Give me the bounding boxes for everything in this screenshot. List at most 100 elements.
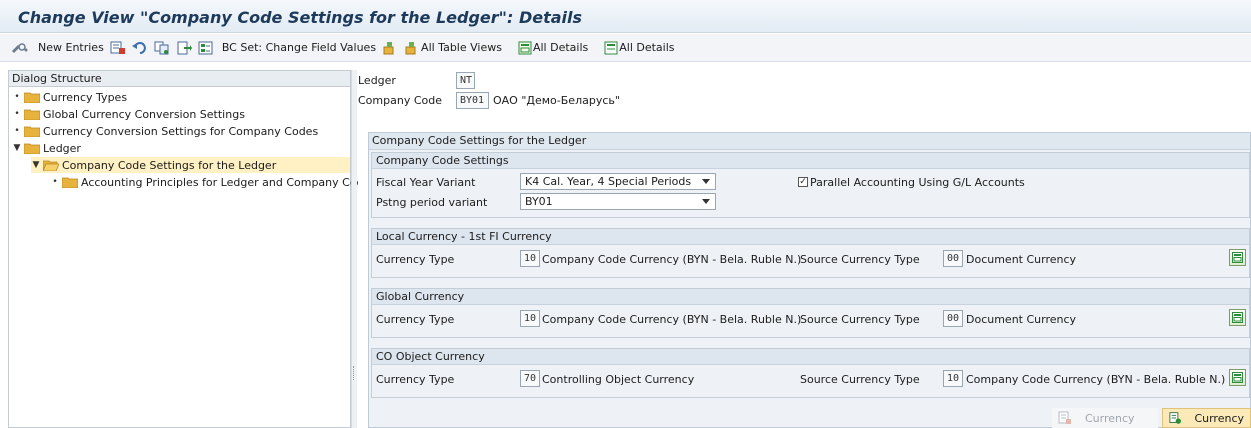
copy-button[interactable] — [154, 41, 170, 55]
box-title: Local Currency - 1st FI Currency — [372, 229, 1249, 245]
fiscal-year-dropdown[interactable]: K4 Cal. Year, 4 Special Periods — [520, 173, 716, 190]
company-code-settings-box: Company Code Settings Fiscal Year Varian… — [371, 152, 1250, 218]
source-currency-type-field[interactable]: 00 — [943, 250, 963, 267]
posting-period-label: Pstng period variant — [376, 196, 488, 209]
import-button[interactable] — [176, 41, 192, 55]
chevron-down-icon — [702, 199, 710, 204]
currency-button-disabled: Currency — [1052, 408, 1158, 428]
folder-icon — [62, 177, 78, 188]
display-change-button[interactable] — [10, 41, 28, 55]
delete-button[interactable] — [110, 41, 126, 55]
details-collapse-icon — [604, 41, 618, 54]
expand-arrow-icon[interactable]: ▼ — [12, 143, 22, 153]
co-object-currency-box: CO Object Currency Currency Type 70 Cont… — [371, 348, 1250, 398]
folder-icon — [24, 92, 40, 103]
source-currency-type-text: Company Code Currency (BYN - Bela. Ruble… — [966, 373, 1226, 386]
company-code-label: Company Code — [358, 94, 442, 107]
chevron-down-icon — [702, 179, 710, 184]
company-code-field[interactable]: BY01 — [456, 92, 489, 109]
undo-icon — [131, 41, 146, 54]
tree-node-label: Accounting Principles for Ledger and Com… — [81, 175, 371, 189]
display-change-icon — [12, 42, 28, 53]
detail-area: Ledger NT Company Code BY01 ОАО "Демо-Бе… — [358, 62, 1251, 428]
bullet-icon: • — [14, 126, 20, 136]
all-table-views-label: All Table Views — [421, 41, 502, 54]
bcset-icon — [383, 41, 394, 54]
import-icon — [177, 41, 192, 54]
group-title: Company Code Settings for the Ledger — [369, 133, 1250, 150]
all-details-label-2: All Details — [619, 41, 675, 54]
bullet-icon: • — [14, 109, 20, 119]
box-title: Company Code Settings — [372, 153, 1249, 169]
panel-splitter[interactable] — [351, 70, 357, 428]
source-currency-type-text: Document Currency — [966, 253, 1077, 266]
new-entries-button[interactable]: New Entries — [34, 41, 104, 54]
currency-button[interactable]: Currency — [1162, 408, 1251, 428]
open-folder-icon — [43, 160, 59, 171]
tree-node-accounting-principles[interactable]: • Accounting Principles for Ledger and C… — [50, 174, 370, 190]
all-details-button-1[interactable]: All Details — [518, 41, 588, 55]
all-details-button-2[interactable]: All Details — [604, 41, 675, 55]
select-icon — [198, 41, 213, 54]
parallel-accounting-label: Parallel Accounting Using G/L Accounts — [810, 176, 1025, 189]
tree-node-label: Global Currency Conversion Settings — [43, 107, 245, 121]
undo-button[interactable] — [131, 41, 148, 55]
tree-node-global-currency-conversion[interactable]: • Global Currency Conversion Settings — [12, 106, 245, 122]
dialog-structure-panel: Dialog Structure • Currency Types • Glob… — [8, 70, 370, 428]
title-bar: Change View "Company Code Settings for t… — [0, 0, 1251, 33]
company-code-settings-group: Company Code Settings for the Ledger Com… — [368, 132, 1251, 428]
copy-icon — [154, 41, 169, 54]
delete-icon — [110, 41, 125, 54]
currency-type-text: Controlling Object Currency — [542, 373, 695, 386]
source-currency-type-field[interactable]: 10 — [943, 370, 963, 387]
currency-type-text: Company Code Currency (BYN - Bela. Ruble… — [542, 253, 802, 266]
box-title: Global Currency — [372, 289, 1249, 305]
tree-node-ledger[interactable]: ▼ Ledger — [12, 140, 81, 156]
splitter-grip[interactable] — [353, 366, 355, 380]
details-icon — [1232, 372, 1243, 383]
currency-type-text: Company Code Currency (BYN - Bela. Ruble… — [542, 313, 802, 326]
tree-node-currency-conversion-company-codes[interactable]: • Currency Conversion Settings for Compa… — [12, 123, 318, 139]
local-currency-box: Local Currency - 1st FI Currency Currenc… — [371, 228, 1250, 278]
currency-type-label: Currency Type — [376, 373, 455, 386]
delete-row-icon — [1058, 411, 1071, 424]
tree-node-company-code-settings[interactable]: ▼ Company Code Settings for the Ledger — [31, 157, 350, 173]
source-currency-type-label: Source Currency Type — [800, 313, 920, 326]
global-currency-box: Global Currency Currency Type 10 Company… — [371, 288, 1250, 338]
select-block-button[interactable] — [198, 41, 214, 55]
details-icon — [1232, 312, 1243, 323]
ledger-label: Ledger — [358, 74, 396, 87]
currency-type-field[interactable]: 10 — [520, 310, 540, 327]
source-currency-type-text: Document Currency — [966, 313, 1077, 326]
new-entries-label: New Entries — [38, 41, 104, 54]
folder-icon — [24, 126, 40, 137]
details-icon — [1232, 252, 1243, 263]
add-row-icon — [1169, 412, 1181, 424]
currency-type-label: Currency Type — [376, 253, 455, 266]
tree-node-label: Ledger — [43, 141, 81, 155]
source-currency-type-label: Source Currency Type — [800, 373, 920, 386]
details-button[interactable] — [1229, 369, 1246, 386]
bcset-activate-button[interactable] — [382, 41, 398, 55]
bcset-button[interactable]: BC Set: Change Field Values — [222, 41, 376, 54]
bullet-icon: • — [52, 177, 58, 187]
currency-type-field[interactable]: 70 — [520, 370, 540, 387]
expand-arrow-icon[interactable]: ▼ — [31, 160, 41, 170]
parallel-accounting-checkbox[interactable]: ✓ — [798, 177, 808, 187]
details-button[interactable] — [1229, 309, 1246, 326]
all-table-views-button[interactable]: All Table Views — [404, 41, 502, 55]
currency-enabled-label: Currency — [1194, 411, 1244, 425]
fiscal-year-value: K4 Cal. Year, 4 Special Periods — [525, 175, 692, 188]
bcset-views-icon — [405, 41, 416, 54]
ledger-field[interactable]: NT — [456, 72, 475, 89]
box-title: CO Object Currency — [372, 349, 1249, 365]
tree-node-currency-types[interactable]: • Currency Types — [12, 89, 127, 105]
currency-type-field[interactable]: 10 — [520, 250, 540, 267]
source-currency-type-field[interactable]: 00 — [943, 310, 963, 327]
currency-type-label: Currency Type — [376, 313, 455, 326]
details-button[interactable] — [1229, 249, 1246, 266]
source-currency-type-label: Source Currency Type — [800, 253, 920, 266]
dialog-structure-header: Dialog Structure — [9, 71, 350, 87]
company-name: ОАО "Демо-Беларусь" — [493, 94, 620, 107]
posting-period-dropdown[interactable]: BY01 — [520, 193, 716, 210]
